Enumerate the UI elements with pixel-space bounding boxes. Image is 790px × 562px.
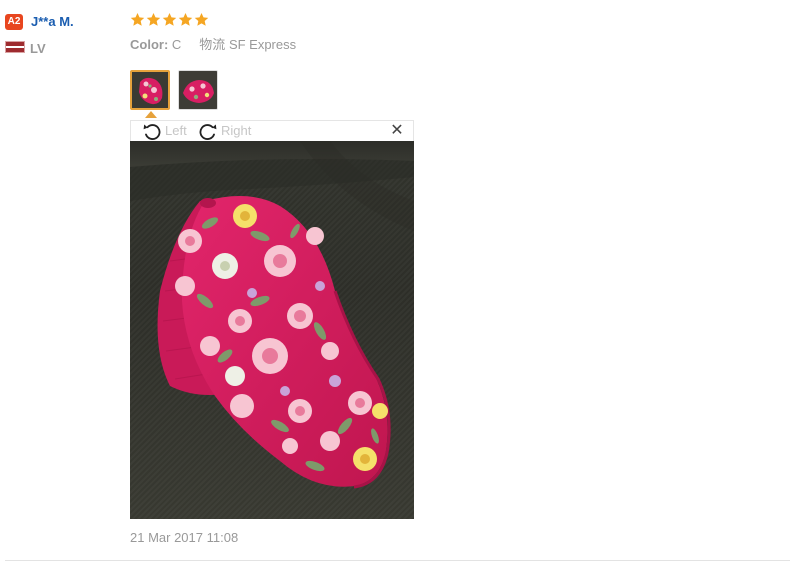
- star-icon: [130, 12, 145, 26]
- star-icon: [194, 12, 209, 26]
- photo-thumbnail-2[interactable]: [178, 70, 218, 110]
- photo-thumbnail-1[interactable]: [130, 70, 170, 110]
- rotate-left-icon: [143, 123, 161, 140]
- rotate-left-button[interactable]: Left: [141, 120, 187, 141]
- close-viewer-button[interactable]: ✕: [388, 122, 406, 140]
- rotate-left-label: Left: [165, 123, 187, 138]
- star-icon: [178, 12, 193, 26]
- color-value: C: [171, 37, 182, 52]
- level-badge: A2: [5, 14, 23, 30]
- review-photo: [130, 141, 414, 519]
- review-meta: Color: C 物流 SF Express: [130, 37, 296, 53]
- star-rating: [130, 12, 209, 27]
- reviewer-country: LV: [30, 41, 46, 56]
- reviewer-name[interactable]: J**a M.: [31, 14, 74, 30]
- shipping-value: SF Express: [228, 37, 297, 52]
- review-divider: [5, 560, 790, 561]
- star-icon: [162, 12, 177, 26]
- latvia-flag-icon: [5, 41, 25, 53]
- rotate-right-icon: [199, 123, 217, 140]
- rotate-right-label: Right: [221, 123, 252, 138]
- shipping-label: 物流: [199, 37, 226, 52]
- review-date: 21 Mar 2017 11:08: [130, 530, 239, 545]
- color-label: Color:: [130, 37, 169, 52]
- rotate-right-button[interactable]: Right: [197, 120, 251, 141]
- selected-thumbnail-caret: [145, 111, 157, 118]
- star-icon: [146, 12, 161, 26]
